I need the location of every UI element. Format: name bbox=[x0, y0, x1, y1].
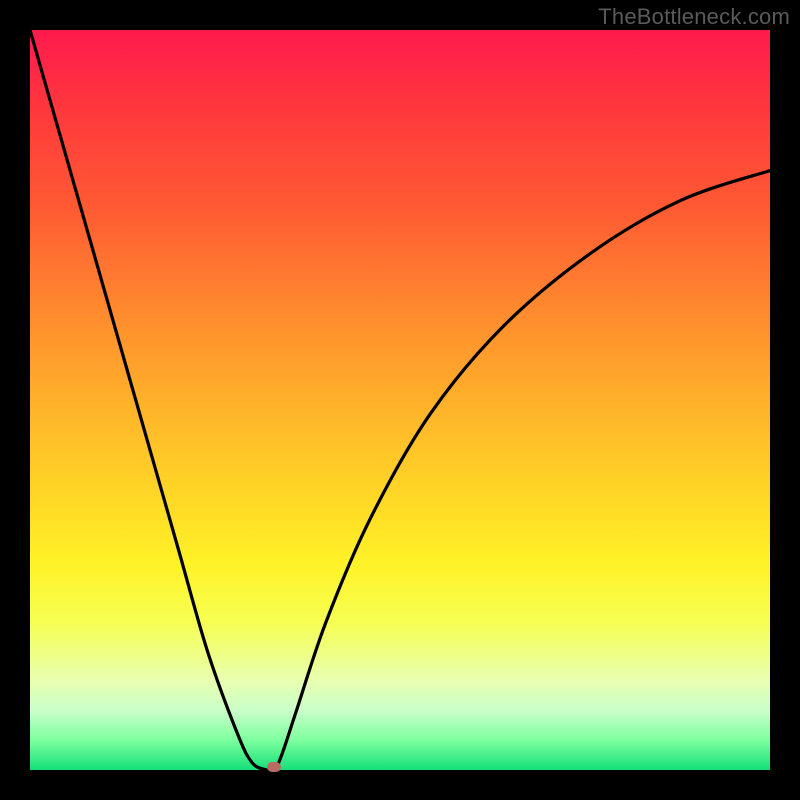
optimum-marker bbox=[267, 762, 281, 772]
watermark-text: TheBottleneck.com bbox=[598, 4, 790, 30]
plot-area bbox=[30, 30, 770, 770]
outer-frame: TheBottleneck.com bbox=[0, 0, 800, 800]
bottleneck-curve bbox=[30, 30, 770, 770]
